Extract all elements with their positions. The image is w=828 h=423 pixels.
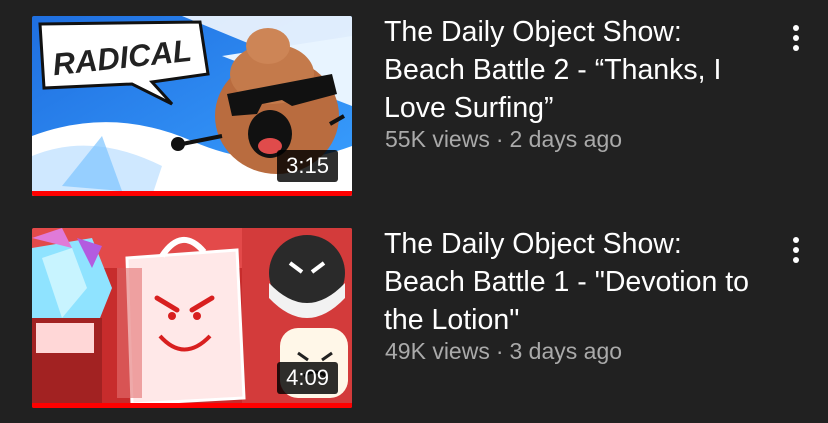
video-thumbnail[interactable]: RADICAL 3:15 (32, 16, 352, 196)
video-metadata: 55K views · 2 days ago (385, 124, 622, 154)
upload-age: 3 days ago (509, 338, 623, 364)
meta-separator: · (495, 338, 504, 364)
more-actions-button[interactable] (780, 234, 812, 266)
more-vert-icon (793, 25, 799, 51)
video-list-item[interactable]: RADICAL 3:15 The Daily Object Show: Beac… (0, 0, 828, 196)
video-metadata: 49K views · 3 days ago (385, 336, 622, 366)
more-actions-button[interactable] (780, 22, 812, 54)
video-title[interactable]: The Daily Object Show: Beach Battle 1 - … (384, 225, 754, 339)
duration-badge: 4:09 (277, 362, 338, 394)
view-count: 49K views (385, 338, 490, 364)
watch-progress-bar (32, 191, 352, 196)
video-title[interactable]: The Daily Object Show: Beach Battle 2 - … (384, 13, 754, 127)
watch-progress-bar (32, 403, 352, 408)
view-count: 55K views (385, 126, 490, 152)
video-list-item[interactable]: 4:09 The Daily Object Show: Beach Battle… (0, 212, 828, 408)
thumbnail-caption: RADICAL (51, 33, 193, 82)
more-vert-icon (793, 237, 799, 263)
upload-age: 2 days ago (509, 126, 623, 152)
video-thumbnail[interactable]: 4:09 (32, 228, 352, 408)
meta-separator: · (495, 126, 504, 152)
duration-badge: 3:15 (277, 150, 338, 182)
